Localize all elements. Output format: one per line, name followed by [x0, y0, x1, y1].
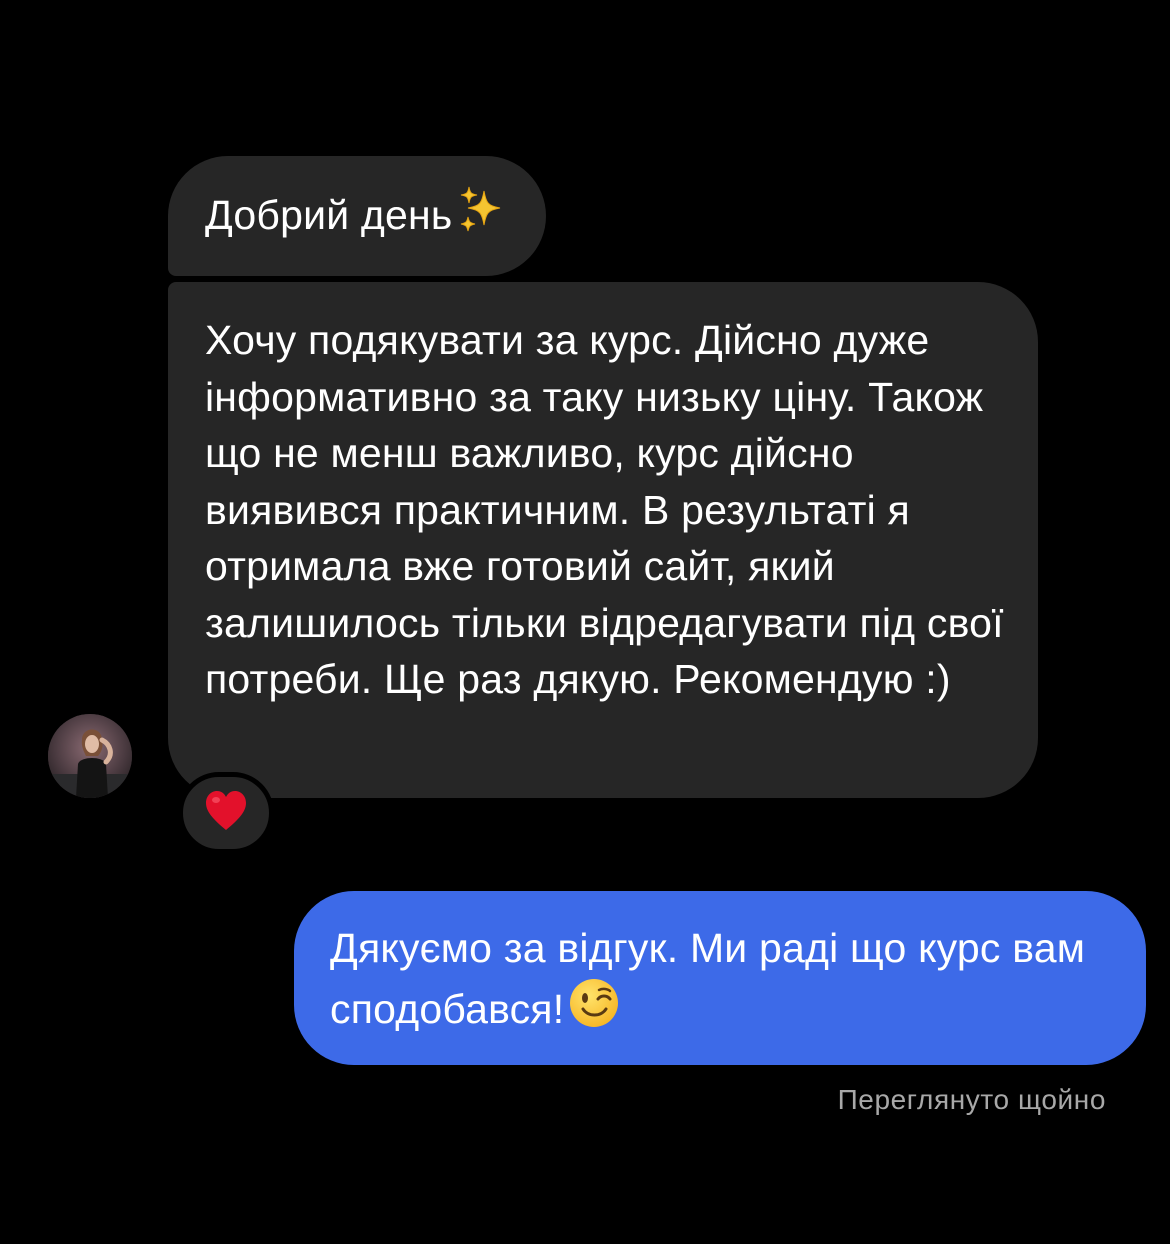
message-bubble-reply[interactable]: Дякуємо за відгук. Ми раді що курс вам с…: [294, 891, 1146, 1065]
seen-status: Переглянуто щойно: [837, 1084, 1106, 1115]
message-text: Хочу подякувати за курс. Дійсно дуже інф…: [205, 317, 1004, 702]
message-text: Добрий день: [205, 192, 453, 238]
message-bubble-greeting[interactable]: Добрий день: [168, 156, 547, 276]
heart-icon: [204, 790, 248, 837]
sparkles-icon: [456, 185, 506, 250]
message-text: Дякуємо за відгук. Ми раді що курс вам с…: [330, 925, 1086, 1032]
winking-face-icon: [568, 977, 620, 1044]
message-bubble-review[interactable]: Хочу подякувати за курс. Дійсно дуже інф…: [168, 282, 1038, 798]
avatar[interactable]: [48, 714, 132, 798]
reaction-badge[interactable]: [178, 772, 274, 854]
